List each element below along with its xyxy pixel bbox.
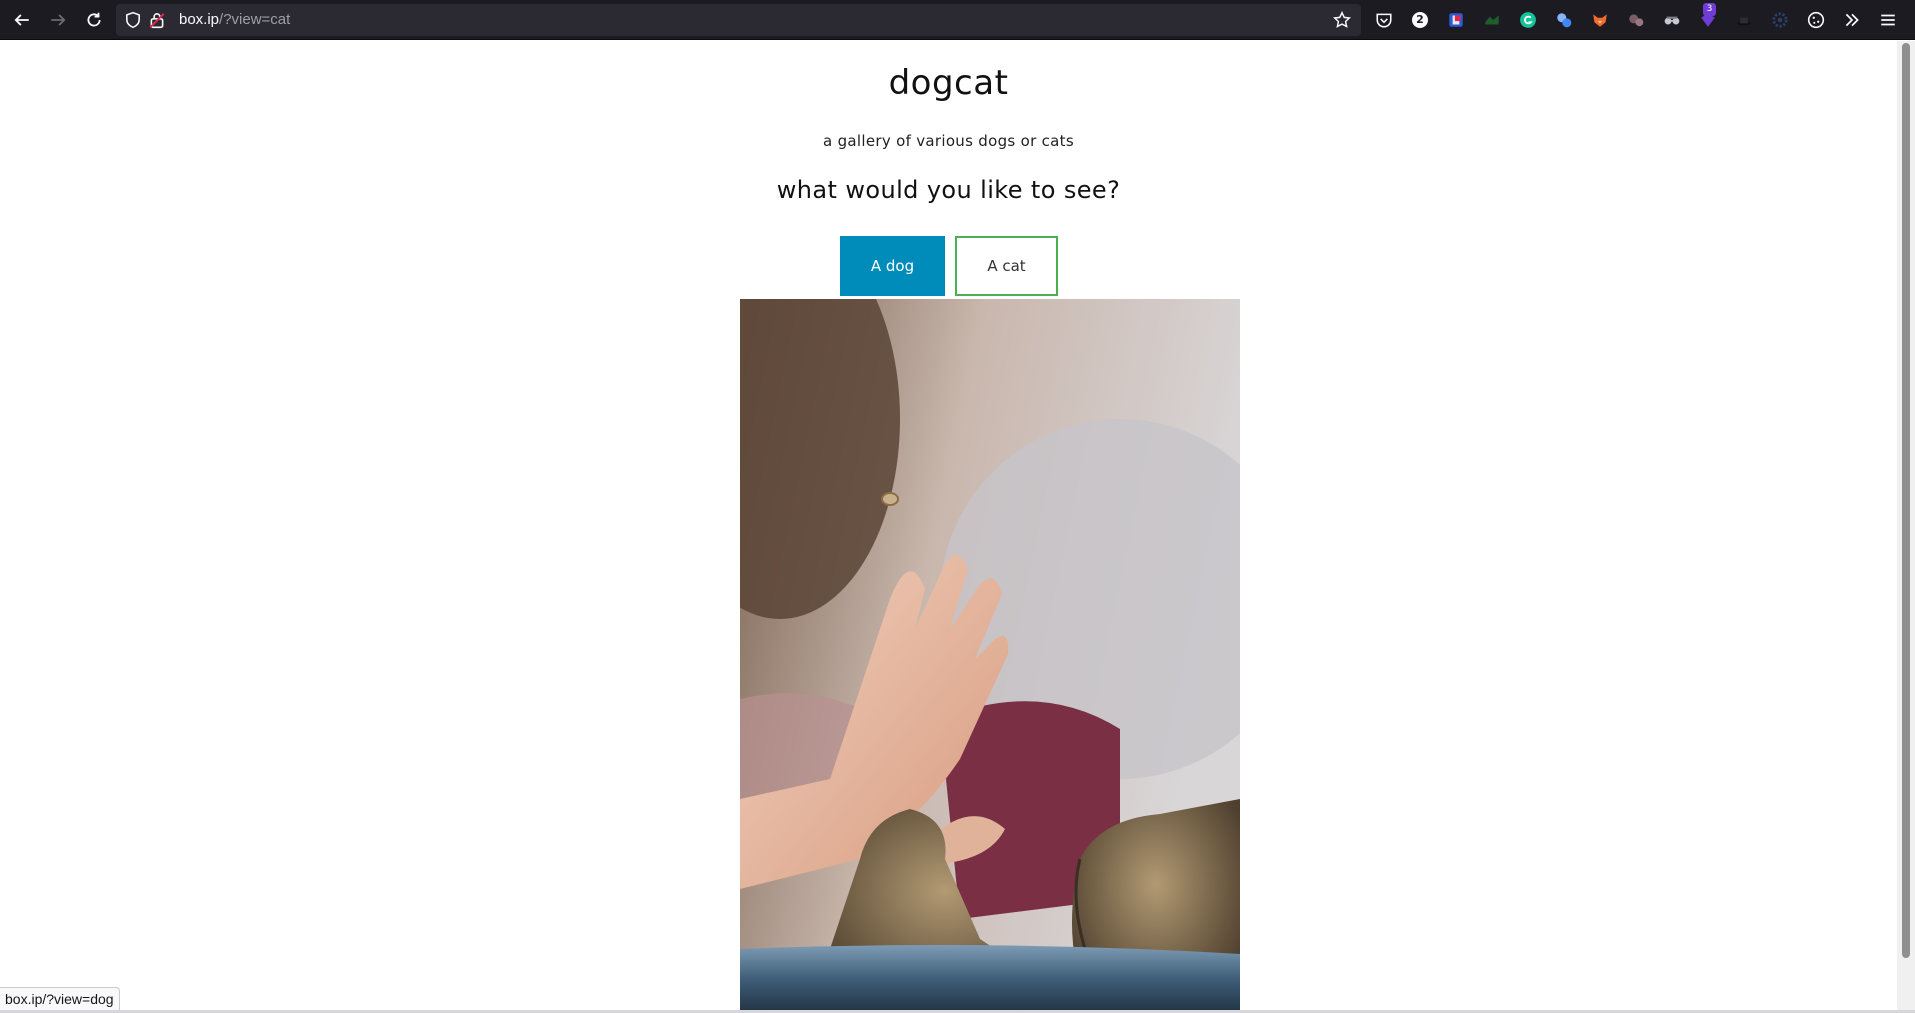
- shield-icon[interactable]: [124, 11, 142, 29]
- notification-badge-icon[interactable]: 2: [1410, 10, 1430, 30]
- extension-translate-icon[interactable]: [1554, 10, 1574, 30]
- forward-button[interactable]: [44, 6, 72, 34]
- back-icon: [14, 14, 29, 26]
- extension-fox-icon[interactable]: [1590, 10, 1610, 30]
- extension-green-icon[interactable]: [1482, 10, 1502, 30]
- extension-red-blue-icon[interactable]: [1446, 10, 1466, 30]
- extension-gear-icon[interactable]: [1770, 10, 1790, 30]
- dog-button[interactable]: A dog: [840, 236, 945, 296]
- bookmark-star-icon[interactable]: [1333, 11, 1351, 29]
- extension-glasses-icon[interactable]: [1662, 10, 1682, 30]
- url-bar[interactable]: box.ip/?view=cat: [116, 4, 1361, 36]
- question-heading: what would you like to see?: [776, 176, 1121, 204]
- cat-button[interactable]: A cat: [955, 236, 1058, 296]
- scrollbar-thumb[interactable]: [1902, 43, 1910, 958]
- browser-toolbar: box.ip/?view=cat 2 3: [0, 0, 1915, 40]
- cat-photo: [740, 299, 1240, 1013]
- pocket-icon[interactable]: [1374, 10, 1394, 30]
- status-bar-link: box.ip/?view=dog: [0, 987, 120, 1011]
- extension-badge-count: 3: [1703, 3, 1716, 16]
- site-subtitle: a gallery of various dogs or cats: [823, 132, 1074, 150]
- forward-icon: [51, 14, 66, 26]
- cookie-icon[interactable]: [1806, 10, 1826, 30]
- url-host: box.ip: [179, 11, 220, 28]
- page-scrollbar[interactable]: [1897, 41, 1915, 1010]
- grammarly-icon[interactable]: [1518, 10, 1538, 30]
- url-path: /?view=cat: [219, 11, 291, 28]
- page-content: dogcat a gallery of various dogs or cats…: [0, 41, 1897, 1013]
- reload-button[interactable]: [80, 6, 108, 34]
- cat-paw-high-five-image: [740, 299, 1240, 1013]
- overflow-chevron-icon[interactable]: [1842, 10, 1862, 30]
- lock-icon[interactable]: [148, 11, 166, 29]
- menu-icon[interactable]: [1878, 10, 1898, 30]
- back-button[interactable]: [8, 6, 36, 34]
- url-text[interactable]: box.ip/?view=cat: [179, 11, 290, 28]
- reload-icon: [87, 12, 101, 27]
- notification-count: 2: [1412, 12, 1428, 28]
- extension-hat-icon[interactable]: [1734, 10, 1754, 30]
- site-title: dogcat: [888, 63, 1009, 103]
- extension-cookie-icon[interactable]: [1626, 10, 1646, 30]
